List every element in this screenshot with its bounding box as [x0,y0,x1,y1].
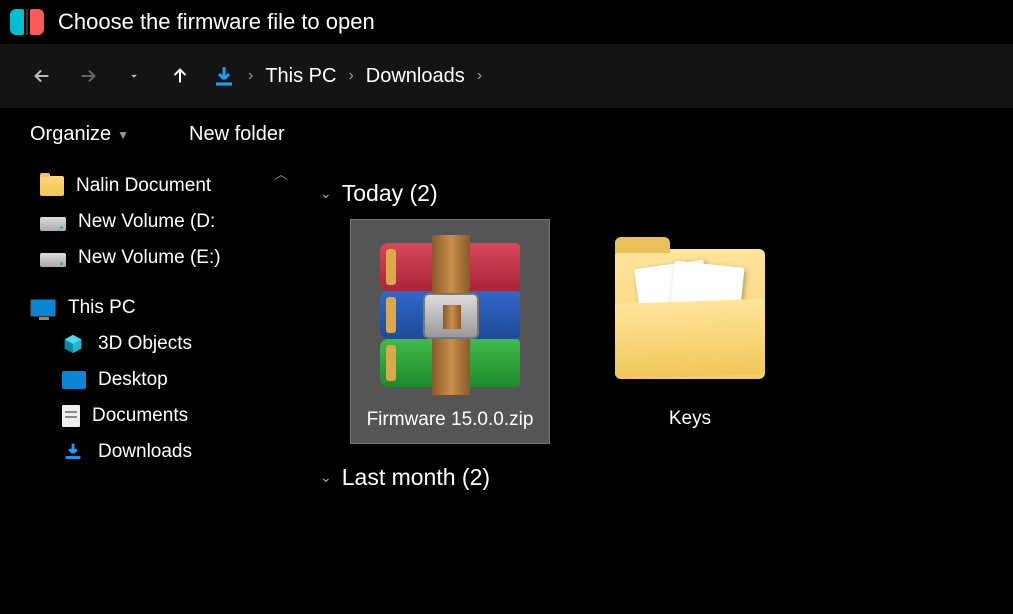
toolbar: Organize ▼ New folder [0,109,1013,160]
tree-item-nalin-document[interactable]: Nalin Document [0,168,300,204]
app-icon [10,9,48,35]
winrar-icon [365,230,535,400]
organize-button[interactable]: Organize ▼ [30,123,129,146]
tree-item-label: Nalin Document [76,175,211,197]
chevron-down-icon: ⌄ [320,469,332,486]
file-label: Keys [669,407,711,432]
tree-item-volume-d[interactable]: New Volume (D: [0,204,300,240]
tree-item-desktop[interactable]: Desktop [0,362,300,398]
document-icon [62,405,80,427]
address-bar[interactable]: › This PC › Downloads › [212,64,482,88]
new-folder-label: New folder [189,123,285,146]
folder-icon [40,176,64,196]
file-label: Firmware 15.0.0.zip [367,408,534,433]
tree-item-this-pc[interactable]: This PC [0,290,300,326]
tree-item-downloads[interactable]: Downloads [0,434,300,470]
main-area: ︿ Nalin Document New Volume (D: New Volu… [0,160,1013,602]
download-icon [62,441,86,463]
breadcrumb-separator-icon: › [477,67,482,85]
breadcrumb-item[interactable]: This PC [265,65,336,88]
scroll-up-icon[interactable]: ︿ [274,164,288,184]
tree-item-3d-objects[interactable]: 3D Objects [0,326,300,362]
dropdown-arrow-icon: ▼ [117,128,129,142]
folder-icon [605,229,775,399]
tree-item-label: Documents [92,405,188,427]
chevron-down-icon: ⌄ [320,185,332,202]
drive-icon [40,217,66,231]
recent-locations-button[interactable] [120,62,148,90]
organize-label: Organize [30,123,111,146]
tree-item-label: 3D Objects [98,333,192,355]
group-header-last-month[interactable]: ⌄ Last month (2) [320,464,993,491]
tree-item-documents[interactable]: Documents [0,398,300,434]
group-header-label: Last month (2) [342,464,490,491]
tree-item-label: New Volume (E:) [78,247,221,269]
file-item-keys[interactable]: Keys [590,219,790,444]
cube-icon [62,333,86,355]
tree-item-label: This PC [68,297,136,319]
download-arrow-icon [212,64,236,88]
drive-icon [40,253,66,267]
tree-item-label: Desktop [98,369,168,391]
new-folder-button[interactable]: New folder [189,123,285,146]
up-button[interactable] [166,62,194,90]
breadcrumb-item[interactable]: Downloads [366,65,465,88]
navigation-tree[interactable]: ︿ Nalin Document New Volume (D: New Volu… [0,160,300,602]
content-pane[interactable]: ⌄ Today (2) Firmware 15.0.0.zip [300,160,1013,602]
this-pc-icon [30,299,56,317]
tree-item-label: Downloads [98,441,192,463]
navigation-bar: › This PC › Downloads › [0,44,1013,109]
tree-item-label: New Volume (D: [78,211,215,233]
desktop-icon [62,371,86,389]
tree-item-volume-e[interactable]: New Volume (E:) [0,240,300,276]
breadcrumb-separator-icon: › [348,67,353,85]
items-grid: Firmware 15.0.0.zip Keys [320,219,993,444]
breadcrumb-separator-icon: › [248,67,253,85]
forward-button[interactable] [74,62,102,90]
titlebar: Choose the firmware file to open [0,0,1013,44]
window-title: Choose the firmware file to open [58,9,375,35]
back-button[interactable] [28,62,56,90]
group-header-label: Today (2) [342,180,438,207]
file-item-firmware-zip[interactable]: Firmware 15.0.0.zip [350,219,550,444]
group-header-today[interactable]: ⌄ Today (2) [320,180,993,207]
